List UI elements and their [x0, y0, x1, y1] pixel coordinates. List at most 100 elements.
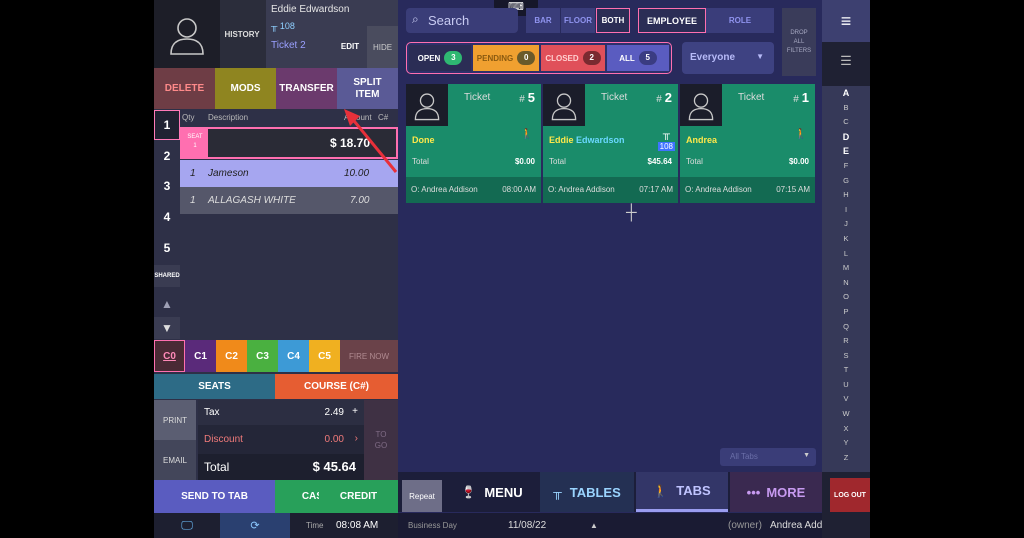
triangle-up-icon[interactable]: ▲ — [590, 521, 598, 530]
alpha-index-letter[interactable]: E — [822, 144, 870, 159]
hide-button[interactable]: HIDE — [367, 26, 398, 68]
status-open-button[interactable]: OPEN 3 — [409, 45, 471, 71]
alpha-index-letter[interactable]: J — [822, 217, 870, 232]
ticket-footer: O: Andrea Addison 07:17 AM — [543, 177, 678, 203]
print-button[interactable]: PRINT — [154, 400, 196, 440]
ticket-card[interactable]: Ticket #1 Andrea 🚶 Total $0.00 O: Andrea… — [680, 84, 815, 203]
discount-row[interactable]: Discount 0.00 › — [198, 427, 364, 452]
business-day-date: 11/08/22 — [508, 520, 547, 531]
alpha-index-letter[interactable]: H — [822, 188, 870, 203]
course-c2-button[interactable]: C2 — [216, 340, 247, 372]
alpha-index-letter[interactable]: P — [822, 305, 870, 320]
seats-button[interactable]: SEATS — [154, 374, 275, 399]
alpha-index-letter[interactable]: K — [822, 232, 870, 247]
status-badge: 3 — [444, 51, 463, 65]
customer-ticket[interactable]: Ticket 2 — [271, 40, 306, 51]
seat-2-button[interactable]: 2 — [154, 141, 180, 171]
alpha-index-letter[interactable]: X — [822, 422, 870, 437]
ticket-number-value: 2 — [664, 90, 672, 105]
transfer-button[interactable]: TRANSFER — [276, 68, 337, 109]
course-c0-button[interactable]: C0 — [154, 340, 185, 372]
status-all-button[interactable]: ALL 5 — [607, 45, 669, 71]
filter-role-button[interactable]: ROLE — [706, 8, 774, 33]
history-button[interactable]: HISTORY — [220, 24, 264, 44]
nav-menu[interactable]: 🍷 MENU — [446, 472, 538, 512]
seat-1-button[interactable]: 1 — [154, 110, 180, 140]
item-name: ALLAGASH WHITE — [208, 195, 296, 206]
course-c4-button[interactable]: C4 — [278, 340, 309, 372]
alpha-index-letter[interactable]: I — [822, 203, 870, 218]
alpha-index-letter[interactable]: W — [822, 407, 870, 422]
alpha-index-letter[interactable]: V — [822, 392, 870, 407]
scroll-up-arrow-icon[interactable]: ▲ — [154, 293, 180, 315]
customer-table: ╥ 108 — [271, 21, 295, 31]
fire-now-button[interactable]: FIRE NOW — [340, 340, 398, 372]
course-c5-button[interactable]: C5 — [309, 340, 340, 372]
delete-button[interactable]: DELETE — [154, 68, 215, 109]
status-pending-button[interactable]: PENDING 0 — [473, 45, 539, 71]
status-closed-button[interactable]: CLOSED 2 — [541, 45, 605, 71]
alpha-index-letter[interactable]: Q — [822, 320, 870, 335]
monitor-icon[interactable]: 🖵 — [154, 513, 220, 538]
mods-button[interactable]: MODS — [215, 68, 276, 109]
alpha-index-letter[interactable]: Y — [822, 436, 870, 451]
alpha-index-letter[interactable]: B — [822, 101, 870, 116]
nav-tables[interactable]: ╥ TABLES — [540, 472, 634, 512]
alpha-index-letter[interactable]: Z — [822, 451, 870, 466]
filter-floor-button[interactable]: FLOOR — [561, 8, 595, 33]
logout-button[interactable]: LOG OUT — [830, 478, 870, 512]
seat-5-button[interactable]: 5 — [154, 233, 180, 263]
to-go-button[interactable]: TO GO — [364, 400, 398, 480]
alpha-index-letter[interactable]: G — [822, 174, 870, 189]
alpha-index-letter[interactable]: O — [822, 290, 870, 305]
email-button[interactable]: EMAIL — [154, 440, 196, 480]
alpha-index-letter[interactable]: A — [822, 86, 870, 101]
course-button[interactable]: COURSE (C#) — [275, 374, 398, 399]
order-panel: HISTORY Eddie Edwardson ╥ 108 Ticket 2 E… — [154, 0, 398, 538]
to-go-label-2: GO — [374, 441, 388, 450]
edit-button[interactable]: EDIT — [338, 36, 362, 56]
shared-seat-button[interactable]: SHARED — [154, 265, 180, 287]
filter-bar-button[interactable]: BAR — [526, 8, 560, 33]
alpha-index-letter[interactable]: C — [822, 115, 870, 130]
ticket-number-prefix: # — [519, 94, 525, 105]
course-c1-button[interactable]: C1 — [185, 340, 216, 372]
seat-3-button[interactable]: 3 — [154, 171, 180, 201]
employee-select[interactable]: Everyone ▼ — [682, 42, 774, 74]
customer-avatar[interactable] — [154, 0, 220, 68]
status-closed-label: CLOSED — [545, 53, 579, 63]
alpha-index-letter[interactable]: N — [822, 276, 870, 291]
alpha-index-letter[interactable]: F — [822, 159, 870, 174]
sync-icon[interactable]: ⟳ — [220, 513, 290, 538]
scroll-down-arrow-icon[interactable]: ▼ — [154, 317, 180, 339]
tax-row[interactable]: Tax 2.49 + — [198, 400, 364, 425]
total-label: Total — [204, 460, 230, 474]
ticket-card[interactable]: Ticket #5 Done 🚶 Total $0.00 O: Andrea A… — [406, 84, 541, 203]
order-item-row[interactable]: 1 ALLAGASH WHITE 7.00 — [180, 187, 398, 214]
alpha-index-letter[interactable]: T — [822, 363, 870, 378]
alpha-index-letter[interactable]: L — [822, 247, 870, 262]
filter-both-button[interactable]: BOTH — [596, 8, 630, 33]
split-item-button[interactable]: SPLIT ITEM — [337, 68, 398, 109]
drop-filters-label-3: FILTERS — [786, 47, 812, 54]
nav-tabs[interactable]: 🚶 TABS — [636, 472, 728, 512]
nav-more[interactable]: ••• MORE — [730, 472, 822, 512]
alpha-index-letter[interactable]: R — [822, 334, 870, 349]
alpha-index-letter[interactable]: M — [822, 261, 870, 276]
list-view-icon[interactable]: ☰ — [822, 44, 870, 78]
alpha-index-letter[interactable]: D — [822, 130, 870, 145]
seat-4-button[interactable]: 4 — [154, 202, 180, 232]
search-input[interactable]: ⌕ Search — [406, 8, 518, 33]
send-to-tab-button[interactable]: SEND TO TAB — [154, 480, 275, 513]
alpha-index-letter[interactable]: U — [822, 378, 870, 393]
all-tabs-select[interactable]: All Tabs ▼ — [720, 448, 816, 466]
filter-employee-button[interactable]: EMPLOYEE — [638, 8, 706, 33]
credit-button[interactable]: CREDIT — [319, 480, 398, 513]
alpha-index: ABCDEFGHIJKLMNOPQRSTUVWXYZ — [822, 86, 870, 465]
pos-window: HISTORY Eddie Edwardson ╥ 108 Ticket 2 E… — [154, 0, 870, 538]
ticket-card[interactable]: Ticket #2 Eddie Edwardson ╥ 108 Total $4… — [543, 84, 678, 203]
drop-all-filters-button[interactable]: DROP ALL FILTERS — [782, 8, 816, 76]
repeat-button[interactable]: Repeat — [402, 480, 442, 512]
course-c3-button[interactable]: C3 — [247, 340, 278, 372]
alpha-index-letter[interactable]: S — [822, 349, 870, 364]
